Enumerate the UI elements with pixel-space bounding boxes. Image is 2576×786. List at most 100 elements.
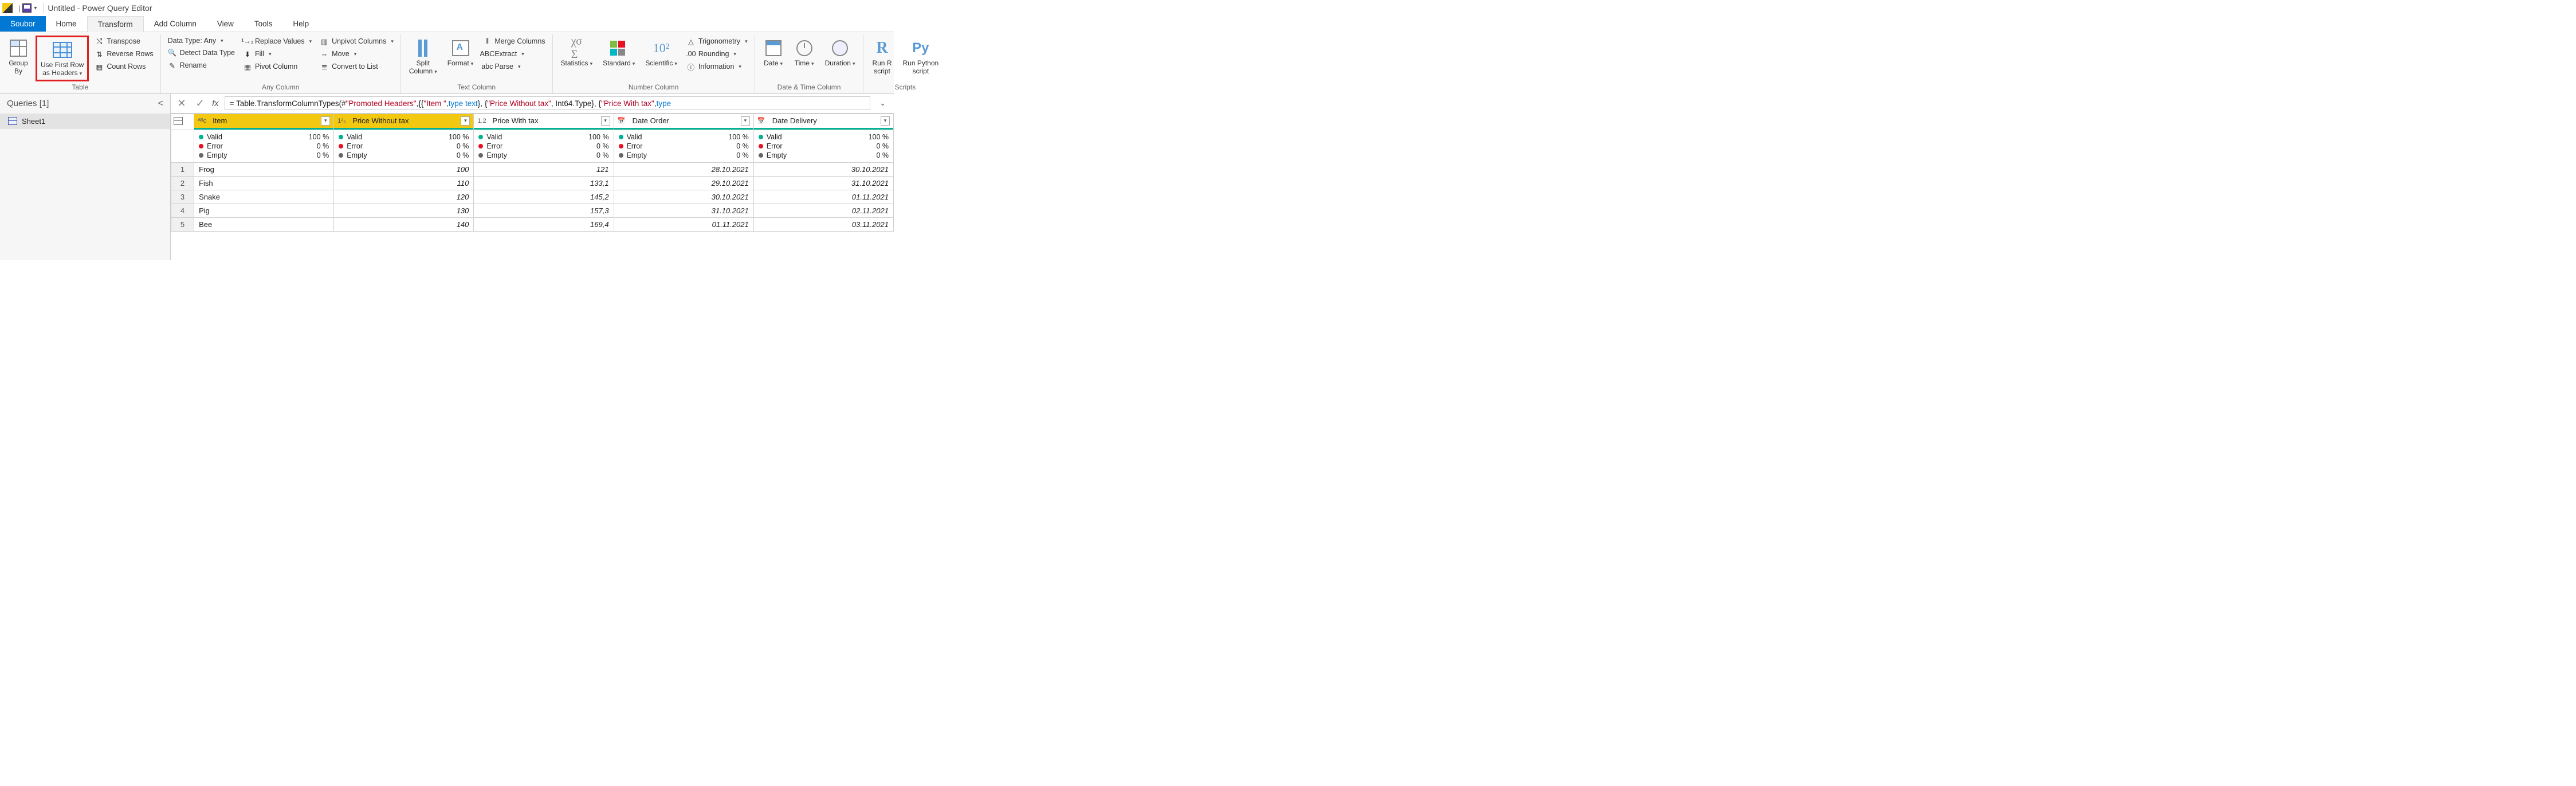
date-button[interactable]: Date▾ (760, 36, 787, 70)
cell-price-without-tax[interactable]: 110 (334, 176, 474, 190)
select-all-corner[interactable] (171, 114, 194, 130)
table-row[interactable]: 3Snake120145,230.10.202101.11.2021 (171, 190, 894, 204)
column-quality: Valid100 % Error0 % Empty0 % (194, 130, 333, 162)
cell-item[interactable]: Frog (194, 162, 334, 176)
cell-date-delivery[interactable]: 31.10.2021 (753, 176, 893, 190)
group-by-button[interactable]: Group By (5, 36, 32, 78)
cell-price-with-tax[interactable]: 169,4 (474, 217, 614, 231)
fx-icon[interactable]: fx (212, 99, 219, 108)
reverse-rows-button[interactable]: ⇅Reverse Rows (92, 48, 155, 60)
standard-button[interactable]: Standard▾ (599, 36, 638, 70)
table-row[interactable]: 4Pig130157,331.10.202102.11.2021 (171, 204, 894, 217)
extract-button[interactable]: ABCExtract▾ (480, 48, 547, 60)
table-row[interactable]: 2Fish110133,129.10.202131.10.2021 (171, 176, 894, 190)
tab-tools[interactable]: Tools (244, 16, 283, 32)
column-header-date-delivery[interactable]: 📅Date Delivery▾ (754, 114, 893, 130)
formula-input[interactable]: = Table.TransformColumnTypes(#"Promoted … (225, 96, 870, 110)
expand-formula-icon[interactable]: ⌄ (876, 99, 889, 108)
cell-price-with-tax[interactable]: 133,1 (474, 176, 614, 190)
row-number[interactable]: 5 (171, 217, 194, 231)
column-header-date-order[interactable]: 📅Date Order▾ (614, 114, 753, 130)
row-number[interactable]: 4 (171, 204, 194, 217)
replace-values-button[interactable]: ¹→₂Replace Values▾ (241, 36, 314, 47)
tab-add-column[interactable]: Add Column (144, 16, 207, 32)
commit-formula-icon[interactable]: ✓ (194, 97, 206, 110)
tab-file[interactable]: Soubor (0, 16, 46, 32)
filter-dropdown-icon[interactable]: ▾ (601, 116, 610, 126)
time-button[interactable]: Time▾ (791, 36, 818, 70)
run-python-script-button[interactable]: PyRun Python script (899, 36, 942, 78)
type-date-icon[interactable]: 📅 (757, 117, 769, 124)
column-header-item[interactable]: ᴬᴮcItem▾ (194, 114, 333, 130)
row-number[interactable]: 1 (171, 162, 194, 176)
cell-date-order[interactable]: 30.10.2021 (614, 190, 753, 204)
use-first-row-as-headers-button[interactable]: Use First Row as Headers▾ (37, 37, 87, 80)
pivot-column-button[interactable]: ▦Pivot Column (241, 61, 314, 72)
filter-dropdown-icon[interactable]: ▾ (881, 116, 890, 126)
collapse-queries-icon[interactable]: < (158, 99, 163, 109)
row-number[interactable]: 3 (171, 190, 194, 204)
transpose-button[interactable]: ⤭Transpose (92, 36, 155, 47)
tab-help[interactable]: Help (282, 16, 319, 32)
cell-price-with-tax[interactable]: 157,3 (474, 204, 614, 217)
cell-price-with-tax[interactable]: 121 (474, 162, 614, 176)
filter-dropdown-icon[interactable]: ▾ (741, 116, 750, 126)
count-rows-button[interactable]: ▦Count Rows (92, 61, 155, 72)
cell-date-delivery[interactable]: 30.10.2021 (753, 162, 893, 176)
scientific-button[interactable]: 10²Scientific▾ (642, 36, 681, 70)
cell-price-with-tax[interactable]: 145,2 (474, 190, 614, 204)
fill-button[interactable]: ⬇Fill▾ (241, 48, 314, 60)
filter-dropdown-icon[interactable]: ▾ (461, 116, 470, 126)
cell-date-order[interactable]: 29.10.2021 (614, 176, 753, 190)
table-row[interactable]: 5Bee140169,401.11.202103.11.2021 (171, 217, 894, 231)
row-number[interactable]: 2 (171, 176, 194, 190)
cell-date-delivery[interactable]: 02.11.2021 (753, 204, 893, 217)
run-r-script-button[interactable]: RRun R script (868, 36, 896, 78)
duration-button[interactable]: Duration▾ (822, 36, 859, 70)
rename-button[interactable]: ✎Rename (166, 60, 237, 71)
ribbon-group-label: Number Column (557, 81, 750, 93)
table-row[interactable]: 1Frog10012128.10.202130.10.2021 (171, 162, 894, 176)
type-text-icon[interactable]: ᴬᴮc (198, 118, 209, 124)
cell-item[interactable]: Fish (194, 176, 334, 190)
statistics-button[interactable]: χσΣStatistics▾ (557, 36, 596, 70)
convert-to-list-button[interactable]: ≣Convert to List (317, 61, 396, 72)
ribbon-group-any-column: Data Type: Any▾ 🔍Detect Data Type ✎Renam… (161, 34, 401, 93)
cell-date-order[interactable]: 28.10.2021 (614, 162, 753, 176)
tab-transform[interactable]: Transform (87, 16, 144, 32)
format-button[interactable]: Format▾ (444, 36, 477, 70)
cell-date-delivery[interactable]: 03.11.2021 (753, 217, 893, 231)
cell-price-without-tax[interactable]: 140 (334, 217, 474, 231)
column-header-price-without-tax[interactable]: 1²₃Price Without tax▾ (334, 114, 473, 130)
query-item-sheet1[interactable]: Sheet1 (0, 114, 170, 129)
cell-price-without-tax[interactable]: 100 (334, 162, 474, 176)
filter-dropdown-icon[interactable]: ▾ (321, 116, 330, 126)
type-decimal-icon[interactable]: 1.2 (477, 118, 489, 124)
cell-item[interactable]: Snake (194, 190, 334, 204)
information-button[interactable]: ⓘInformation▾ (684, 61, 750, 72)
data-type-button[interactable]: Data Type: Any▾ (166, 36, 237, 46)
column-header-price-with-tax[interactable]: 1.2Price With tax▾ (474, 114, 613, 130)
type-date-icon[interactable]: 📅 (618, 117, 629, 124)
qat-dropdown-icon[interactable]: ▾ (34, 5, 37, 11)
tab-home[interactable]: Home (46, 16, 87, 32)
cell-price-without-tax[interactable]: 120 (334, 190, 474, 204)
detect-data-type-button[interactable]: 🔍Detect Data Type (166, 47, 237, 58)
type-int-icon[interactable]: 1²₃ (337, 118, 349, 124)
cell-price-without-tax[interactable]: 130 (334, 204, 474, 217)
cell-date-order[interactable]: 01.11.2021 (614, 217, 753, 231)
unpivot-columns-button[interactable]: ▥Unpivot Columns▾ (317, 36, 396, 47)
cancel-formula-icon[interactable]: ✕ (175, 97, 188, 110)
rounding-button[interactable]: .00Rounding▾ (684, 48, 750, 60)
tab-view[interactable]: View (207, 16, 244, 32)
split-column-button[interactable]: Split Column▾ (406, 36, 441, 78)
cell-item[interactable]: Pig (194, 204, 334, 217)
save-icon[interactable] (22, 3, 32, 13)
merge-columns-button[interactable]: ⫴Merge Columns (480, 36, 547, 47)
trigonometry-button[interactable]: △Trigonometry▾ (684, 36, 750, 47)
move-button[interactable]: ↔Move▾ (317, 48, 396, 60)
cell-item[interactable]: Bee (194, 217, 334, 231)
cell-date-order[interactable]: 31.10.2021 (614, 204, 753, 217)
cell-date-delivery[interactable]: 01.11.2021 (753, 190, 893, 204)
parse-button[interactable]: abcParse▾ (480, 61, 547, 72)
